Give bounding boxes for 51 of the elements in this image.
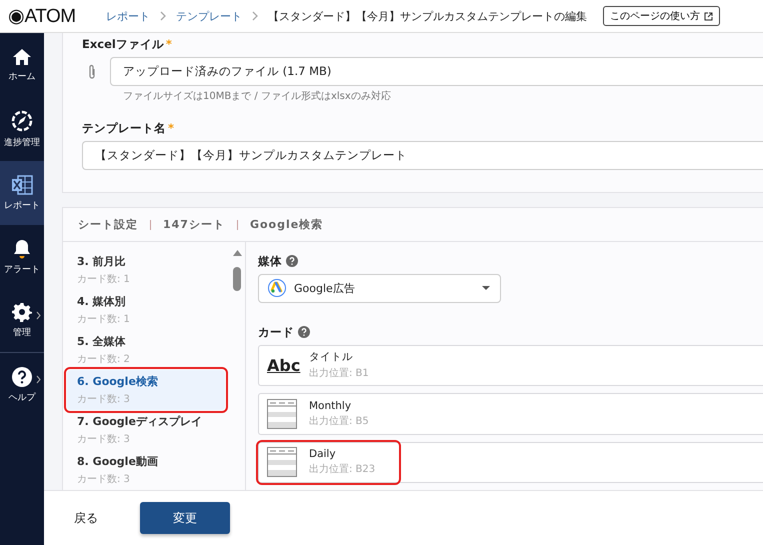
page-title: 【スタンダード】【今月】サンプルカスタムテンプレートの編集 — [268, 8, 587, 24]
sheet-list-item[interactable]: 3. 前月比 カード数: 1 — [67, 250, 225, 290]
dropdown-caret-icon — [482, 286, 490, 290]
scroll-up-icon[interactable] — [233, 250, 242, 256]
home-icon — [12, 48, 32, 66]
help-icon[interactable] — [298, 326, 310, 338]
field-label: テンプレート名 * — [82, 121, 176, 136]
sidebar-item[interactable]: ホーム — [0, 33, 44, 97]
sheet-list-item[interactable]: 4. 媒体別 カード数: 1 — [67, 290, 225, 330]
sidebar-item[interactable]: レポート — [0, 161, 44, 225]
sheet-list-item[interactable]: 8. Google動画 カード数: 3 — [67, 450, 225, 490]
sidebar-item[interactable]: 進捗管理 — [0, 97, 44, 161]
text-icon: Abc — [267, 356, 297, 375]
section-heading: 147シート — [163, 217, 225, 232]
section-heading: シート設定 — [78, 217, 138, 232]
hint-text: ファイルサイズは10MBまで / ファイル形式はxlsxのみ対応 — [123, 90, 392, 103]
section-heading: Google検索 — [250, 217, 324, 232]
card-item[interactable]: Daily 出力位置: B23 — [258, 442, 763, 483]
help-icon[interactable] — [286, 255, 298, 267]
paperclip-icon — [88, 64, 96, 80]
submit-button[interactable]: 変更 — [140, 502, 230, 534]
template-name-field[interactable]: 【スタンダード】【今月】サンプルカスタムテンプレート — [82, 141, 763, 170]
field-label: カード — [258, 324, 763, 340]
table-icon — [267, 398, 297, 429]
logo[interactable]: ◉ATOM — [8, 4, 96, 28]
spreadsheet-icon — [11, 174, 33, 194]
file-input-field[interactable]: アップロード済みのファイル (1.7 MB) — [110, 57, 763, 86]
scrollbar-thumb[interactable] — [233, 267, 241, 291]
sheet-list-item[interactable]: 6. Google検索 カード数: 3 — [67, 370, 225, 410]
sidebar-item[interactable]: ヘルプ — [0, 353, 44, 417]
chevron-icon — [252, 11, 258, 21]
back-button[interactable]: 戻る — [64, 502, 108, 534]
sheet-list-item[interactable]: 7. Googleディスプレイ カード数: 3 — [67, 410, 225, 450]
page-guide-button[interactable]: このページの使い方 — [603, 6, 720, 26]
ads-logo-icon — [268, 279, 286, 298]
breadcrumb-link[interactable]: テンプレート — [176, 8, 242, 24]
sheet-list-item[interactable]: 5. 全媒体 カード数: 2 — [67, 330, 225, 370]
sidebar-item[interactable]: 管理 — [0, 289, 44, 353]
gear-icon — [12, 302, 32, 322]
compass-icon — [11, 110, 33, 132]
chevron-icon — [160, 11, 166, 21]
field-label: 媒体 — [258, 254, 763, 269]
bell-icon — [13, 238, 31, 258]
breadcrumb-link[interactable]: レポート — [106, 8, 150, 24]
card-item[interactable]: Monthly 出力位置: B5 — [258, 393, 763, 435]
external-link-icon — [704, 12, 713, 20]
field-label: Excelファイル * — [82, 37, 173, 52]
sidebar-item[interactable]: アラート — [0, 225, 44, 289]
media-select[interactable]: Google広告 — [258, 274, 501, 303]
table-icon — [267, 447, 297, 478]
help-icon — [12, 366, 32, 386]
